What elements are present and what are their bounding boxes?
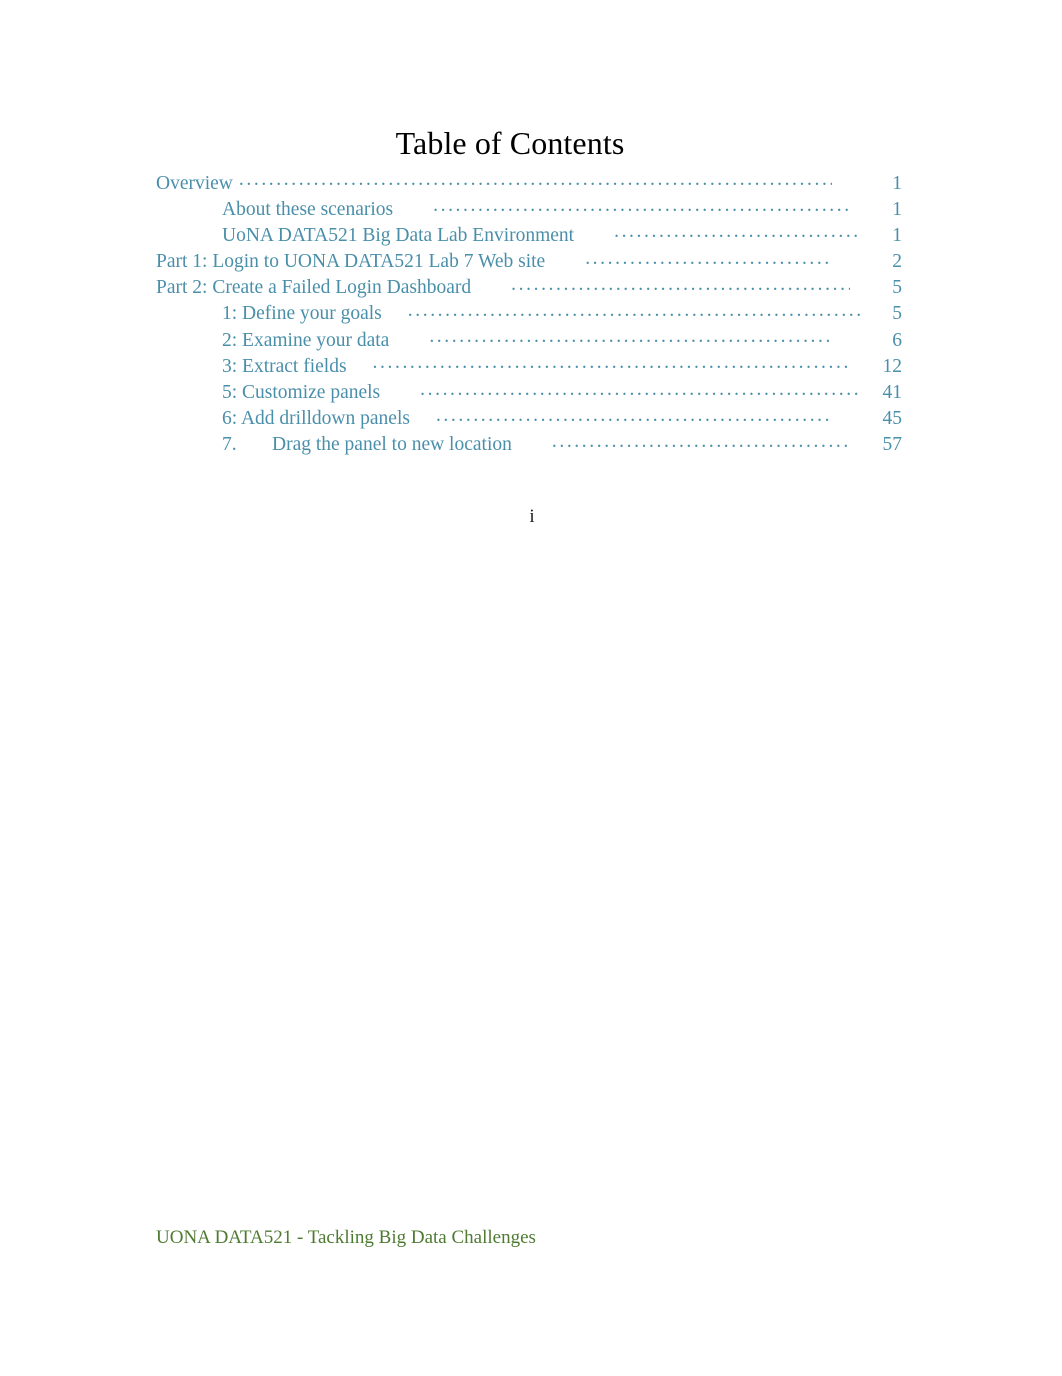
toc-entry-page-number: 12 xyxy=(882,355,903,377)
toc-entry[interactable]: About these scenarios 1 xyxy=(156,195,902,221)
toc-entry-label[interactable]: UoNA DATA521 Big Data Lab Environment xyxy=(222,225,574,247)
toc-entry-label[interactable]: 2: Examine your data xyxy=(222,330,389,352)
toc-entry-page-number: 57 xyxy=(882,434,903,456)
toc-entry-page-number: 6 xyxy=(892,329,902,351)
toc-dot-leader xyxy=(511,274,850,294)
toc-entry-label[interactable]: 5: Customize panels xyxy=(222,382,380,404)
toc-dot-leader xyxy=(552,431,850,451)
toc-entry-number: 7. xyxy=(222,434,237,456)
document-page: Table of Contents Overview1About these s… xyxy=(0,0,1062,1376)
toc-entry[interactable]: 1: Define your goals 5 xyxy=(156,300,902,326)
toc-entry-page-number: 45 xyxy=(882,408,903,430)
toc-entry-label[interactable]: 3: Extract fields xyxy=(222,356,347,378)
toc-dot-leader xyxy=(436,405,832,425)
toc-entry-label[interactable]: About these scenarios xyxy=(222,199,393,221)
toc-entry[interactable]: Part 1: Login to UONA DATA521 Lab 7 Web … xyxy=(156,248,902,274)
toc-entry-label[interactable]: Overview xyxy=(156,173,233,195)
page-title: Table of Contents xyxy=(395,125,625,161)
toc-dot-leader xyxy=(373,352,850,372)
toc-entry-page-number: 5 xyxy=(892,277,902,299)
toc-dot-leader xyxy=(585,248,832,268)
toc-entry[interactable]: 2: Examine your data 6 xyxy=(156,326,902,352)
toc-entry-label[interactable]: 6: Add drilldown panels xyxy=(222,408,410,430)
toc-entry[interactable]: Overview 1 xyxy=(156,169,902,195)
toc-dot-leader xyxy=(420,379,860,399)
toc-entry-page-number: 1 xyxy=(892,172,902,194)
toc-entry[interactable]: 3: Extract fields 12 xyxy=(156,352,902,378)
toc-entry-page-number: 41 xyxy=(882,382,903,403)
toc-entry[interactable]: 5: Customize panels 41 xyxy=(156,379,902,405)
toc-entry-label[interactable]: 1: Define your goals xyxy=(222,303,382,325)
toc-dot-leader xyxy=(614,221,860,241)
toc-entry[interactable]: 6: Add drilldown panels 45 xyxy=(156,405,902,431)
toc-entry-page-number: 2 xyxy=(892,251,902,273)
table-of-contents-list: Overview1About these scenarios1UoNA DATA… xyxy=(156,169,902,457)
toc-dot-leader xyxy=(433,195,850,215)
toc-entry-page-number: 1 xyxy=(892,198,902,220)
toc-entry-page-number: 1 xyxy=(892,224,902,246)
toc-entry[interactable]: 7. Drag the panel to new location 57 xyxy=(156,431,902,457)
page-number-marker: i xyxy=(529,506,535,527)
toc-dot-leader xyxy=(408,300,860,320)
toc-entry[interactable]: UoNA DATA521 Big Data Lab Environment 1 xyxy=(156,221,902,247)
toc-entry-label[interactable]: Part 1: Login to UONA DATA521 Lab 7 Web … xyxy=(156,251,545,273)
toc-entry-label[interactable]: Drag the panel to new location xyxy=(272,434,512,456)
toc-entry-page-number: 5 xyxy=(892,303,902,325)
toc-entry-label[interactable]: Part 2: Create a Failed Login Dashboard xyxy=(156,277,471,299)
toc-dot-leader xyxy=(429,326,832,346)
toc-entry[interactable]: Part 2: Create a Failed Login Dashboard 5 xyxy=(156,274,902,300)
toc-dot-leader xyxy=(239,169,832,189)
document-footer: UONA DATA521 - Tackling Big Data Challen… xyxy=(156,1227,536,1248)
